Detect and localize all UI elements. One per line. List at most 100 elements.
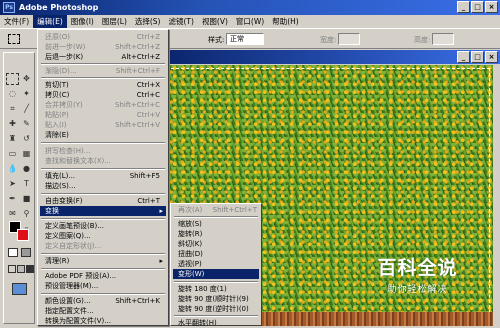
menu-select[interactable]: 选择(S) (131, 15, 165, 28)
menu-edit[interactable]: 编辑(E) (33, 15, 67, 28)
menu-item-rotate-90-cw[interactable]: 旋转 90 度(顺时针)(9) (173, 294, 259, 304)
blur-tool-icon[interactable]: 💧 (6, 163, 19, 175)
menu-separator (174, 315, 258, 317)
menu-image[interactable]: 图像(I) (67, 15, 98, 28)
menu-item-step-backward[interactable]: 后退一步(K) Alt+Ctrl+Z (40, 52, 166, 62)
gradient-tool-icon[interactable]: ▦ (20, 148, 33, 160)
height-field[interactable] (432, 33, 454, 45)
menu-item-transform[interactable]: 变换 ▸ (40, 206, 166, 216)
menu-item-pdf-presets[interactable]: Adobe PDF 预设(A)... (40, 271, 166, 281)
menu-separator (41, 142, 165, 144)
background-color-swatch[interactable] (17, 229, 29, 241)
dodge-tool-icon[interactable]: ● (20, 163, 33, 175)
menu-separator (41, 253, 165, 255)
brush-tool-icon[interactable]: ✎ (20, 118, 33, 130)
menu-separator (41, 268, 165, 270)
menu-item-fill[interactable]: 填充(L)... Shift+F5 (40, 171, 166, 181)
crop-tool-icon[interactable]: ⌗ (6, 103, 19, 115)
menu-separator (174, 216, 258, 218)
screen-mode-black-icon[interactable] (26, 265, 34, 273)
quickmask-off-icon[interactable] (8, 248, 18, 257)
photoshop-app-icon: Ps (3, 2, 15, 13)
menu-item-rotate-180[interactable]: 旋转 180 度(1) (173, 284, 259, 294)
menu-item-define-shape[interactable]: 定义自定形状(J)... (40, 241, 166, 251)
menu-item-paste-into[interactable]: 贴入(I) Shift+Ctrl+V (40, 120, 166, 130)
lasso-tool-icon[interactable]: ◌ (6, 88, 19, 100)
menu-item-fade[interactable]: 渐隐(D)... Shift+Ctrl+F (40, 66, 166, 76)
style-select[interactable]: 正常 (226, 33, 264, 45)
menu-item-scale[interactable]: 缩放(S) (173, 219, 259, 229)
menu-item-purge[interactable]: 清理(R) ▸ (40, 256, 166, 266)
title-bar: Ps Adobe Photoshop _ □ × (0, 0, 500, 15)
menu-item-color-settings[interactable]: 颜色设置(G)... Shift+Ctrl+K (40, 296, 166, 306)
menu-item-warp[interactable]: 变形(W) (173, 269, 259, 279)
pen-tool-icon[interactable]: ✒ (6, 193, 19, 205)
height-label: 高度: (414, 36, 431, 44)
menu-item-copy[interactable]: 拷贝(C) Ctrl+C (40, 90, 166, 100)
menu-item-free-transform[interactable]: 自由变换(F) Ctrl+T (40, 196, 166, 206)
menu-item-convert-profile[interactable]: 转换为配置文件(V)... (40, 316, 166, 326)
marquee-tool-icon[interactable] (8, 34, 20, 44)
menu-separator (41, 218, 165, 220)
doc-maximize-button[interactable]: □ (471, 51, 484, 63)
doc-minimize-button[interactable]: _ (457, 51, 470, 63)
magic-wand-icon[interactable]: ✦ (20, 88, 33, 100)
type-tool-icon[interactable]: T (20, 178, 33, 190)
menu-item-spell-check[interactable]: 拼写检查(H)... (40, 146, 166, 156)
menu-item-rotate-90-ccw[interactable]: 旋转 90 度(逆时针)(0) (173, 304, 259, 314)
menu-help[interactable]: 帮助(H) (268, 15, 303, 28)
menu-separator (41, 293, 165, 295)
eraser-tool-icon[interactable]: ▭ (6, 148, 19, 160)
marquee-tool-icon[interactable] (6, 73, 19, 85)
watermark-subtitle: 助你轻松解决 (387, 285, 448, 295)
style-label: 样式: (208, 36, 225, 44)
menu-view[interactable]: 视图(V) (198, 15, 232, 28)
eyedropper-tool-icon[interactable]: ⚲ (20, 208, 33, 220)
menu-separator (41, 168, 165, 170)
close-button[interactable]: × (485, 1, 498, 13)
menu-item-copy-merged[interactable]: 合并拷贝(Y) Shift+Ctrl+C (40, 100, 166, 110)
menu-filter[interactable]: 滤镜(T) (165, 15, 198, 28)
menu-item-distort[interactable]: 扭曲(D) (173, 249, 259, 259)
menu-item-rotate[interactable]: 旋转(R) (173, 229, 259, 239)
doc-close-button[interactable]: × (485, 51, 498, 63)
menu-item-cut[interactable]: 剪切(T) Ctrl+X (40, 80, 166, 90)
menu-item-step-forward[interactable]: 前进一步(W) Shift+Ctrl+Z (40, 42, 166, 52)
path-select-icon[interactable]: ➤ (6, 178, 19, 190)
menu-item-again[interactable]: 再次(A) Shift+Ctrl+T (173, 205, 259, 215)
screen-mode-full-icon[interactable] (17, 265, 25, 273)
menu-item-define-brush[interactable]: 定义画笔预设(B)... (40, 221, 166, 231)
submenu-arrow-icon: ▸ (159, 207, 163, 215)
menu-separator (41, 63, 165, 65)
shape-tool-icon[interactable]: ■ (20, 193, 33, 205)
menu-item-clear[interactable]: 清除(E) (40, 130, 166, 140)
screen-mode-icon[interactable] (8, 265, 16, 273)
menu-item-stroke[interactable]: 描边(S)... (40, 181, 166, 191)
menu-item-skew[interactable]: 斜切(K) (173, 239, 259, 249)
menu-separator (41, 77, 165, 79)
healing-brush-icon[interactable]: ✚ (6, 118, 19, 130)
stamp-tool-icon[interactable]: ♜ (6, 133, 19, 145)
menu-item-find-replace[interactable]: 查找和替换文本(X)... (40, 156, 166, 166)
quickmask-on-icon[interactable] (21, 248, 31, 257)
maximize-button[interactable]: □ (471, 1, 484, 13)
menu-item-flip-horizontal[interactable]: 水平翻转(H) (173, 318, 259, 328)
menu-item-define-pattern[interactable]: 定义图案(Q)... (40, 231, 166, 241)
jump-to-imageready-icon[interactable] (12, 283, 27, 295)
menu-window[interactable]: 窗口(W) (232, 15, 268, 28)
menu-item-perspective[interactable]: 透视(P) (173, 259, 259, 269)
menu-item-assign-profile[interactable]: 指定配置文件... (40, 306, 166, 316)
menu-file[interactable]: 文件(F) (0, 15, 33, 28)
notes-tool-icon[interactable]: ✉ (6, 208, 19, 220)
watermark-title: 百科全说 (377, 257, 458, 279)
menu-item-preset-manager[interactable]: 预设管理器(M)... (40, 281, 166, 291)
slice-tool-icon[interactable]: ╱ (20, 103, 33, 115)
move-tool-icon[interactable]: ✥ (20, 73, 33, 85)
minimize-button[interactable]: _ (457, 1, 470, 13)
menu-item-paste[interactable]: 粘贴(P) Ctrl+V (40, 110, 166, 120)
history-brush-icon[interactable]: ↺ (20, 133, 33, 145)
menu-separator (174, 281, 258, 283)
menu-item-undo[interactable]: 还原(O) Ctrl+Z (40, 32, 166, 42)
width-field[interactable] (338, 33, 360, 45)
menu-layer[interactable]: 图层(L) (98, 15, 131, 28)
